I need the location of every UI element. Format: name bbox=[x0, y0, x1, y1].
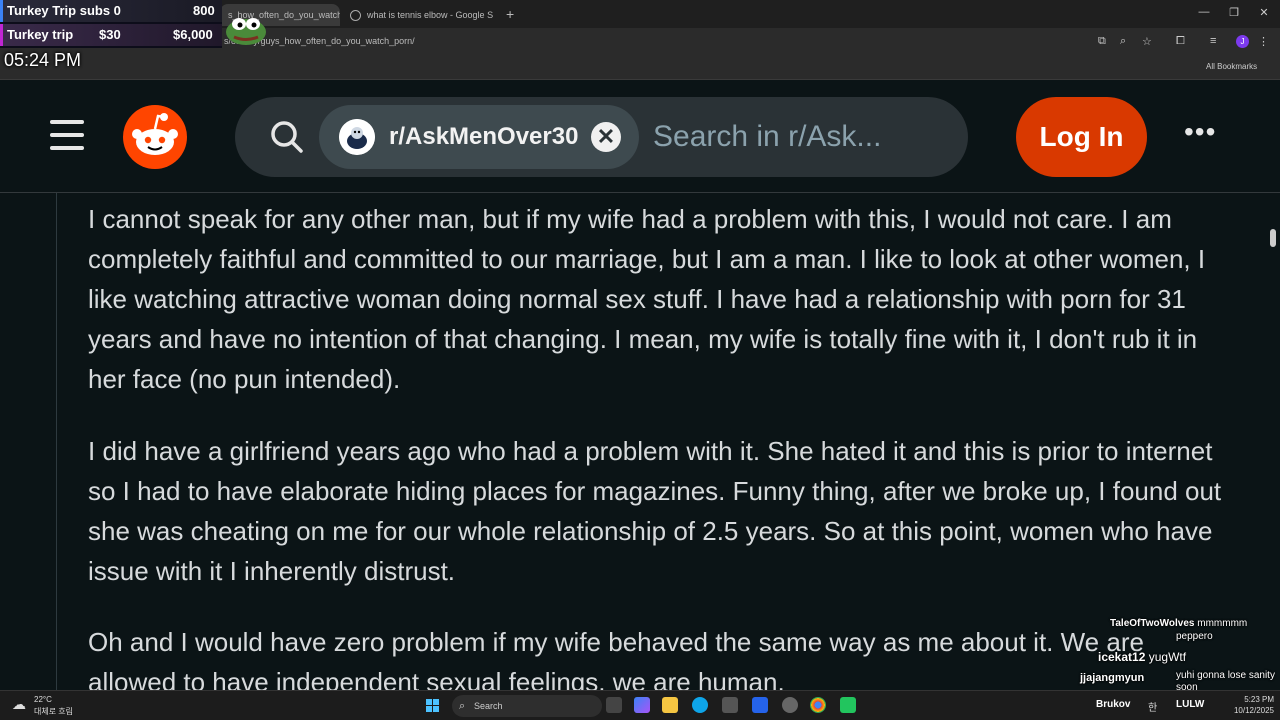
profile-avatar[interactable]: J bbox=[1236, 35, 1249, 48]
settings-icon[interactable] bbox=[782, 697, 798, 713]
cloud-icon: ☁ bbox=[12, 696, 26, 712]
store-icon[interactable] bbox=[722, 697, 738, 713]
tab-google[interactable]: what is tennis elbow - Google S ✕ bbox=[342, 4, 500, 26]
trip-goal-target: $6,000 bbox=[173, 27, 213, 42]
chat-text: mmmmmm bbox=[1197, 618, 1248, 629]
community-filter-chip[interactable]: r/AskMenOver30 ✕ bbox=[319, 105, 639, 169]
file-explorer-icon[interactable] bbox=[662, 697, 678, 713]
login-button[interactable]: Log In bbox=[1016, 97, 1147, 177]
subs-goal-label: Turkey Trip subs 0 bbox=[7, 3, 121, 18]
minimize-icon[interactable]: — bbox=[1196, 6, 1212, 18]
subs-goal-target: 800 bbox=[193, 3, 215, 18]
app-icon[interactable] bbox=[752, 697, 768, 713]
pepe-emote-icon bbox=[226, 18, 266, 45]
chat-message: jjajangmyun bbox=[1080, 672, 1144, 684]
install-app-icon[interactable]: ⧉ bbox=[1098, 35, 1106, 48]
google-icon bbox=[350, 9, 361, 21]
new-tab-icon[interactable]: + bbox=[506, 6, 514, 22]
chat-username: TaleOfTwoWolves bbox=[1110, 618, 1195, 629]
tray-ime[interactable]: 한 bbox=[1148, 699, 1157, 714]
community-chip-label: r/AskMenOver30 bbox=[389, 123, 579, 150]
chrome-icon[interactable] bbox=[810, 697, 826, 713]
chat-message: icekat12 yugWtf bbox=[1098, 650, 1186, 664]
search-input[interactable] bbox=[653, 119, 953, 155]
tab-close-icon[interactable]: ✕ bbox=[499, 10, 500, 21]
chat-message: peppero bbox=[1176, 631, 1213, 642]
trip-goal-amount: $30 bbox=[99, 27, 121, 42]
stream-clock: 05:24 PM bbox=[4, 50, 82, 70]
stream-chat: TaleOfTwoWolves mmmmmm peppero icekat12 … bbox=[1078, 618, 1280, 693]
stream-goal-overlay: Turkey Trip subs 0 800 Turkey trip $30 $… bbox=[0, 0, 222, 48]
weather-desc: 대체로 흐림 bbox=[34, 707, 74, 716]
taskbar-search[interactable]: Search bbox=[452, 695, 602, 717]
bookmark-star-icon[interactable]: ☆ bbox=[1142, 35, 1152, 48]
windows-taskbar: ☁ 22°C 대체로 흐림 Search Brukov 한 LULW 5:23 … bbox=[0, 690, 1280, 720]
task-view-icon[interactable] bbox=[606, 697, 622, 713]
comment-paragraph: Oh and I would have zero problem if my w… bbox=[88, 627, 1144, 690]
all-bookmarks-button[interactable]: All Bookmarks bbox=[1206, 62, 1257, 71]
weather-temp: 22°C bbox=[34, 695, 52, 704]
chat-message: TaleOfTwoWolves mmmmmm bbox=[1110, 618, 1247, 629]
reddit-header: r/AskMenOver30 ✕ Log In ••• bbox=[0, 80, 1280, 193]
tray-date: 10/12/2025 bbox=[1233, 706, 1274, 715]
page-scrollbar[interactable] bbox=[1270, 229, 1276, 247]
chat-text: yugWtf bbox=[1148, 650, 1187, 664]
chat-username: icekat12 bbox=[1098, 650, 1146, 664]
tray-time: 5:23 PM bbox=[1244, 695, 1274, 704]
reddit-logo-icon[interactable] bbox=[122, 104, 188, 170]
app-icon[interactable] bbox=[840, 697, 856, 713]
comment-paragraph: I cannot speak for any other man, but if… bbox=[88, 204, 1206, 394]
subs-goal-bar: Turkey Trip subs 0 800 bbox=[0, 0, 222, 22]
hamburger-menu-icon[interactable] bbox=[50, 120, 84, 150]
copilot-icon[interactable] bbox=[634, 697, 650, 713]
bookmarks-bar: All Bookmarks bbox=[0, 56, 1280, 80]
clear-community-icon[interactable]: ✕ bbox=[591, 122, 621, 152]
zoom-icon[interactable]: ⌕ bbox=[1120, 35, 1126, 48]
search-icon bbox=[271, 121, 303, 153]
thread-line[interactable] bbox=[56, 193, 57, 690]
comment-paragraph: I did have a girlfriend years ago who ha… bbox=[88, 436, 1222, 586]
chat-text: peppero bbox=[1176, 631, 1213, 642]
edge-icon[interactable] bbox=[692, 697, 708, 713]
reading-list-icon[interactable]: ≡ bbox=[1210, 35, 1216, 47]
trip-goal-label: Turkey trip bbox=[7, 27, 74, 42]
community-avatar-icon bbox=[339, 119, 375, 155]
chat-username: jjajangmyun bbox=[1080, 672, 1145, 684]
browser-menu-icon[interactable]: ⋮ bbox=[1258, 35, 1269, 48]
tray-emote-label: LULW bbox=[1176, 699, 1205, 710]
extensions-icon[interactable]: ⧠ bbox=[1176, 35, 1185, 48]
more-options-icon[interactable]: ••• bbox=[1184, 116, 1216, 148]
windows-start-icon[interactable] bbox=[426, 699, 440, 713]
search-bar[interactable]: r/AskMenOver30 ✕ bbox=[235, 97, 968, 177]
tab-label: what is tennis elbow - Google S bbox=[367, 10, 494, 20]
tray-username: Brukov bbox=[1096, 699, 1131, 710]
weather-widget[interactable]: ☁ 22°C 대체로 흐림 bbox=[12, 694, 92, 718]
trip-goal-bar: Turkey trip $30 $6,000 bbox=[0, 24, 222, 46]
tray-clock[interactable]: 5:23 PM 10/12/2025 bbox=[1226, 694, 1274, 716]
comment-body: I cannot speak for any other man, but if… bbox=[0, 193, 1280, 690]
close-window-icon[interactable]: ✕ bbox=[1256, 6, 1272, 19]
restore-icon[interactable]: ❐ bbox=[1226, 6, 1242, 19]
